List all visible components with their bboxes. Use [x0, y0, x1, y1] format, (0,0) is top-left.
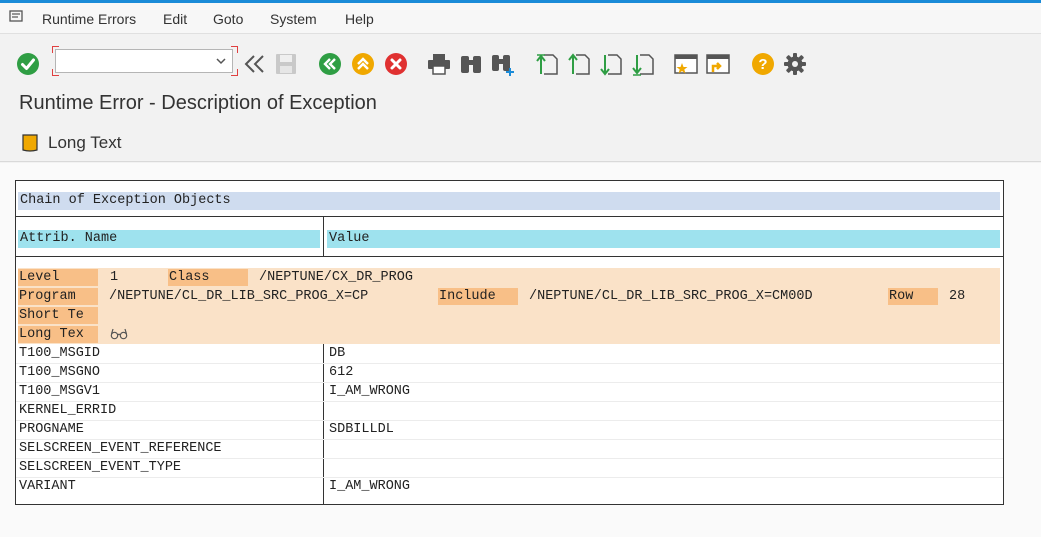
command-field[interactable] — [55, 49, 233, 73]
separator — [16, 256, 1003, 257]
short-text-label: Short Te — [18, 307, 98, 324]
shortcut-icon[interactable] — [706, 52, 730, 76]
exception-chain-table: Chain of Exception Objects Attrib. Name … — [15, 180, 1004, 505]
program-label: Program — [18, 288, 98, 305]
attrib-name: PROGNAME — [19, 422, 84, 437]
info-row-level: Level 1 Class /NEPTUNE/CX_DR_PROG — [18, 268, 1000, 287]
create-session-icon[interactable] — [674, 52, 698, 76]
exit-icon[interactable] — [351, 52, 375, 76]
info-row-program: Program /NEPTUNE/CL_DR_LIB_SRC_PROG_X=CP… — [18, 287, 1000, 306]
row-value: 28 — [949, 289, 966, 304]
glasses-icon[interactable] — [110, 328, 128, 340]
find-icon[interactable] — [459, 52, 483, 76]
level-label: Level — [18, 269, 98, 286]
cancel-icon[interactable] — [384, 52, 408, 76]
chevron-down-icon[interactable] — [214, 55, 228, 67]
command-field-wrapper — [52, 46, 238, 76]
class-label: Class — [168, 269, 248, 286]
long-text-field-label: Long Tex — [18, 326, 98, 343]
enter-icon[interactable] — [16, 52, 40, 76]
attrib-name: VARIANT — [19, 479, 76, 494]
menu-runtime-errors[interactable]: Runtime Errors — [42, 11, 136, 27]
row-label: Row — [888, 288, 938, 305]
print-icon[interactable] — [427, 52, 451, 76]
menu-bar: Runtime Errors Edit Goto System Help — [0, 3, 1041, 34]
attrib-value: I_AM_WRONG — [329, 479, 411, 494]
table-row: SELSCREEN_EVENT_TYPE — [16, 458, 1003, 477]
table-row: SELSCREEN_EVENT_REFERENCE — [16, 439, 1003, 458]
settings-icon[interactable] — [783, 52, 807, 76]
attrib-name: T100_MSGID — [19, 346, 101, 361]
menu-icon[interactable] — [9, 10, 25, 24]
menu-goto[interactable]: Goto — [213, 11, 243, 27]
include-value: /NEPTUNE/CL_DR_LIB_SRC_PROG_X=CM00D — [529, 289, 813, 304]
header-value: Value — [327, 230, 1000, 248]
attrib-name: SELSCREEN_EVENT_REFERENCE — [19, 441, 222, 456]
attrib-name: SELSCREEN_EVENT_TYPE — [19, 460, 182, 475]
attrib-name: T100_MSGNO — [19, 365, 101, 380]
application-toolbar: Long Text — [0, 124, 1041, 162]
long-text-icon — [22, 134, 38, 152]
menu-help[interactable]: Help — [345, 11, 374, 27]
program-value: /NEPTUNE/CL_DR_LIB_SRC_PROG_X=CP — [109, 289, 369, 304]
long-text-label: Long Text — [48, 133, 122, 152]
attrib-value: SDBILLDL — [329, 422, 394, 437]
table-row: KERNEL_ERRID — [16, 401, 1003, 420]
table-row: T100_MSGID DB — [16, 344, 1003, 363]
menu-system[interactable]: System — [270, 11, 317, 27]
include-label: Include — [438, 288, 518, 305]
level-value: 1 — [110, 270, 119, 285]
table-row: VARIANT I_AM_WRONG — [16, 477, 1003, 496]
info-row-long-text: Long Tex — [18, 325, 1000, 344]
next-page-icon[interactable] — [599, 52, 623, 76]
help-icon[interactable]: ? — [751, 52, 775, 76]
back-green-icon[interactable] — [318, 52, 342, 76]
exception-info-block: Level 1 Class /NEPTUNE/CX_DR_PROG Progra… — [18, 268, 1000, 344]
column-separator — [323, 216, 324, 256]
long-text-button[interactable]: Long Text — [20, 131, 121, 155]
page-title: Runtime Error - Description of Exception — [19, 92, 377, 114]
attrib-name: T100_MSGV1 — [19, 384, 101, 399]
table-row: PROGNAME SDBILLDL — [16, 420, 1003, 439]
table-row: T100_MSGNO 612 — [16, 363, 1003, 382]
header-attrib-name: Attrib. Name — [18, 230, 320, 248]
attrib-value: DB — [329, 346, 346, 361]
first-page-icon[interactable] — [535, 52, 559, 76]
attrib-value: I_AM_WRONG — [329, 384, 411, 399]
find-next-icon[interactable] — [491, 52, 515, 76]
class-value: /NEPTUNE/CX_DR_PROG — [259, 270, 413, 285]
info-row-short-text: Short Te — [18, 306, 1000, 325]
chain-title: Chain of Exception Objects — [18, 192, 1000, 210]
separator — [16, 216, 1003, 217]
attrib-name: KERNEL_ERRID — [19, 403, 117, 418]
back-icon[interactable] — [243, 52, 267, 76]
previous-page-icon[interactable] — [567, 52, 591, 76]
menu-edit[interactable]: Edit — [163, 11, 187, 27]
table-row: T100_MSGV1 I_AM_WRONG — [16, 382, 1003, 401]
svg-text:?: ? — [758, 56, 767, 73]
attrib-value: 612 — [329, 365, 354, 380]
last-page-icon[interactable] — [631, 52, 655, 76]
save-icon[interactable] — [274, 52, 298, 76]
